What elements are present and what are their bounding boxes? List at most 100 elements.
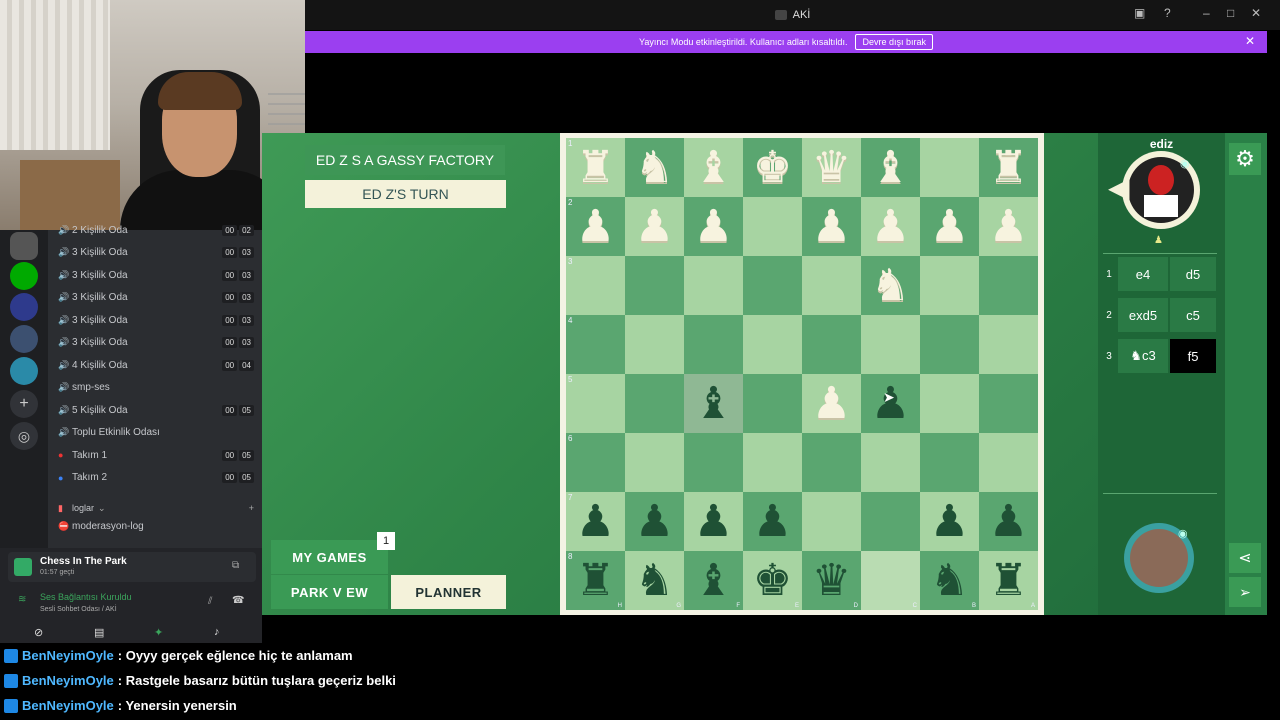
board-square[interactable] [625,374,684,433]
board-square[interactable]: ♞ [625,138,684,197]
board-square[interactable] [625,433,684,492]
voice-channel-item[interactable]: 🔊 Toplu Etkinlik Odası [58,423,254,443]
close-icon[interactable]: ✕ [1245,34,1255,48]
board-square[interactable]: ♟ [920,492,979,551]
chess-piece[interactable]: ♟ [930,499,969,544]
kick-server-icon[interactable] [10,262,38,290]
screen-share-icon[interactable]: ▤ [94,626,104,639]
maximize-button[interactable]: □ [1227,6,1234,20]
chess-piece[interactable]: ♜ [989,145,1028,190]
camera-off-icon[interactable]: ⊘ [34,626,43,639]
voice-channel-item[interactable]: ● Takım 1 00 05 [58,445,254,465]
chess-piece[interactable]: ♛ [812,558,851,603]
board-square[interactable] [743,374,802,433]
add-channel-icon[interactable]: + [249,503,254,513]
help-icon[interactable]: ? [1164,6,1171,20]
board-square[interactable] [625,315,684,374]
server-icon[interactable] [10,232,38,260]
activity-icon[interactable]: ✦ [154,626,163,639]
chess-piece[interactable]: ♟ [812,381,851,426]
server-icon[interactable] [10,293,38,321]
board-square[interactable]: 6 [566,433,625,492]
voice-channel-item[interactable]: 🔊 3 Kişilik Oda 00 03 [58,265,254,285]
voice-channel-item[interactable]: 🔊 smp-ses [58,378,254,398]
black-move[interactable]: f5 [1170,339,1216,373]
voice-channel-item[interactable]: 🔊 3 Kişilik Oda 00 03 [58,288,254,308]
explore-icon[interactable]: ◎ [10,422,38,450]
soundboard-icon[interactable]: ♪ [214,626,220,638]
board-square[interactable]: ♟ [625,197,684,256]
board-square[interactable] [920,138,979,197]
board-square[interactable]: 4 [566,315,625,374]
share-icon[interactable]: ⋖ [1229,543,1261,573]
black-move[interactable]: c5 [1170,298,1216,332]
board-square[interactable] [743,315,802,374]
chess-piece[interactable]: ♟ [635,204,674,249]
board-square[interactable]: ♛ [802,138,861,197]
board-square[interactable]: A ♜ [979,551,1038,610]
board-square[interactable] [625,256,684,315]
board-square[interactable] [743,197,802,256]
board-square[interactable]: G ♞ [625,551,684,610]
board-square[interactable]: ♜ [979,138,1038,197]
disable-streamer-mode-button[interactable]: Devre dışı bırak [855,34,933,50]
board-square[interactable] [684,315,743,374]
chess-piece[interactable]: ♛ [812,145,851,190]
chess-piece[interactable]: ♟ [812,204,851,249]
chess-piece[interactable]: ♟ [694,499,733,544]
park-view-button[interactable]: PARK V EW [271,575,388,609]
board-square[interactable]: ♞ [861,256,920,315]
board-square[interactable] [802,433,861,492]
board-square[interactable] [802,315,861,374]
chess-board[interactable]: 1 ♜ ♞ ♝ ♚ ♛ ♝ ♜ 2 ♟ ♟ ♟ ♟ ♟ ♟ ♟ 3 ♞ 4 5 ♝ ♟ ♟ 6 7 ♟ ♟ ♟ ♟ ♟ ♟ 8 H ♜ G ♞ F ♝ E ♚… [566,138,1038,610]
disconnect-icon[interactable]: ☎ [232,595,244,606]
voice-channel-item[interactable]: 🔊 4 Kişilik Oda 00 04 [58,355,254,375]
server-icon[interactable] [10,357,38,385]
my-games-button[interactable]: MY GAMES [271,540,388,574]
board-square[interactable]: ♟ [979,492,1038,551]
screen-share-icon[interactable]: ▣ [1134,6,1145,20]
chess-piece[interactable]: ♚ [753,145,792,190]
board-square[interactable] [684,256,743,315]
board-square[interactable] [979,256,1038,315]
board-square[interactable] [920,315,979,374]
chess-piece[interactable]: ♞ [635,558,674,603]
chess-piece[interactable]: ♟ [576,204,615,249]
board-square[interactable] [979,315,1038,374]
chess-piece[interactable]: ♝ [694,381,733,426]
category-loglar[interactable]: ▮ loglar ⌄ + [58,498,254,518]
board-square[interactable]: 2 ♟ [566,197,625,256]
board-square[interactable] [861,433,920,492]
white-move[interactable]: exd5 [1118,298,1168,332]
text-channel-item[interactable]: ⛔ moderasyon-log [58,516,254,536]
chess-piece[interactable]: ♟ [930,204,969,249]
chess-piece[interactable]: ♝ [871,145,910,190]
board-square[interactable] [861,315,920,374]
chess-piece[interactable]: ♝ [694,558,733,603]
board-square[interactable] [743,433,802,492]
board-square[interactable]: ♟ [625,492,684,551]
send-icon[interactable]: ➢ [1229,577,1261,607]
white-move[interactable]: e4 [1118,257,1168,291]
chess-piece[interactable]: ♜ [576,145,615,190]
chess-piece[interactable]: ♜ [576,558,615,603]
gear-icon[interactable]: ⚙ [1229,143,1261,175]
board-square[interactable]: D ♛ [802,551,861,610]
board-square[interactable]: 7 ♟ [566,492,625,551]
chess-piece[interactable]: ♟ [694,204,733,249]
chess-piece[interactable]: ♝ [694,145,733,190]
board-square[interactable]: ♟ [979,197,1038,256]
board-square[interactable] [743,256,802,315]
board-square[interactable] [979,374,1038,433]
voice-channel-item[interactable]: 🔊 3 Kişilik Oda 00 03 [58,243,254,263]
board-square[interactable]: ♝ [684,374,743,433]
board-square[interactable] [920,256,979,315]
chess-piece[interactable]: ♚ [753,558,792,603]
voice-status[interactable]: Ses Bağlantısı Kuruldu [40,592,132,602]
activity-settings-icon[interactable]: ⧉ [232,560,239,571]
chess-piece[interactable]: ♟ [635,499,674,544]
board-square[interactable] [802,492,861,551]
board-square[interactable]: ♟ [861,197,920,256]
server-icon[interactable] [10,325,38,353]
board-square[interactable]: 5 [566,374,625,433]
